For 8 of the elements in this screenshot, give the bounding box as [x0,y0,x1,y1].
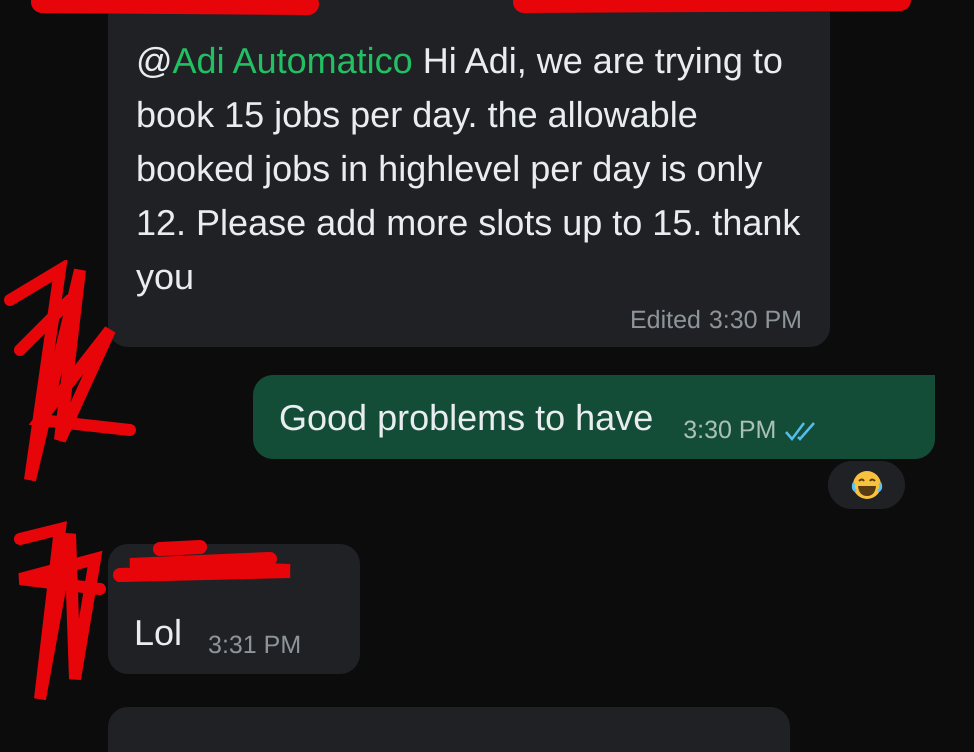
laughing-face-icon [850,469,882,501]
edited-label: Edited [630,306,701,335]
message-time: 3:30 PM [708,306,802,335]
message-text: Good problems to have [279,396,654,440]
message-time: 3:30 PM [683,416,776,445]
message-time: 3:31 PM [208,631,302,660]
message-text: @Adi Automatico Hi Adi, we are trying to book 15 jobs per day. the allowable booked jobs in highlevel per day is only 12. Please add more slots up to 15. thank you [136,39,802,299]
message-text: Lol [134,611,182,655]
